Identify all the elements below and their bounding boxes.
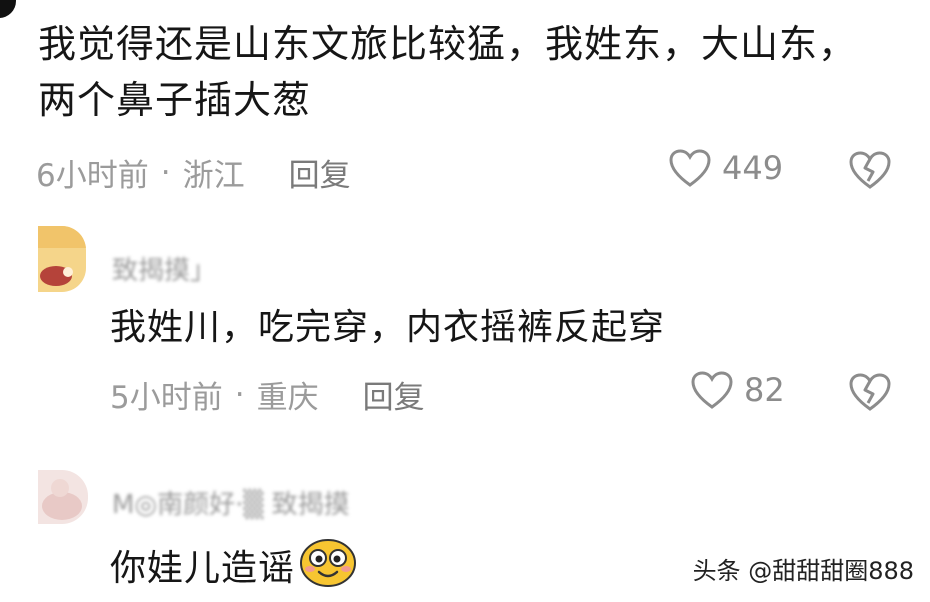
comment-time: 6小时前	[36, 158, 149, 194]
avatar[interactable]	[38, 470, 88, 524]
heart-outline-icon	[691, 371, 733, 409]
like-button[interactable]: 82	[690, 370, 785, 410]
comment-location: 重庆	[256, 380, 319, 416]
like-button[interactable]: 449	[668, 148, 783, 188]
comment-meta: 6小时前 · 浙江 回复	[36, 150, 351, 195]
smiling-face-emoji	[299, 538, 357, 602]
meta-separator: ·	[160, 154, 171, 191]
username[interactable]: M◎南颜好·▒ 致揭摸	[112, 484, 350, 521]
comment-time: 5小时前	[110, 380, 223, 416]
comment-text-line: 我觉得还是山东文旅比较猛，我姓东，大山东，	[38, 22, 858, 66]
broken-heart-icon	[849, 151, 891, 189]
broken-heart-icon	[849, 373, 891, 411]
comment-meta: 5小时前 · 重庆 回复	[110, 372, 425, 417]
avatar[interactable]	[0, 0, 16, 18]
dislike-button[interactable]	[848, 372, 892, 416]
comment-text: 你娃儿造谣	[110, 538, 357, 602]
comment-text-content: 你娃儿造谣	[110, 548, 296, 589]
avatar-image	[38, 226, 86, 292]
comment-text-line: 两个鼻子插大葱	[38, 78, 312, 122]
reply-button[interactable]: 回复	[289, 150, 351, 195]
heart-outline-icon	[669, 149, 711, 187]
like-count: 82	[744, 371, 785, 409]
avatar[interactable]	[38, 226, 86, 292]
meta-separator: ·	[234, 376, 245, 413]
comment-location: 浙江	[182, 158, 245, 194]
comment-text: 我姓川，吃完穿，内衣摇裤反起穿	[110, 307, 666, 348]
dislike-button[interactable]	[848, 150, 892, 194]
watermark: 头条 @甜甜甜圈888	[692, 557, 914, 585]
avatar-image	[38, 470, 88, 524]
reply-button[interactable]: 回复	[363, 372, 425, 417]
like-count: 449	[722, 149, 784, 187]
comment-text: 我觉得还是山东文旅比较猛，我姓东，大山东， 两个鼻子插大葱	[38, 16, 857, 128]
username[interactable]: 致揭摸」	[112, 250, 216, 287]
